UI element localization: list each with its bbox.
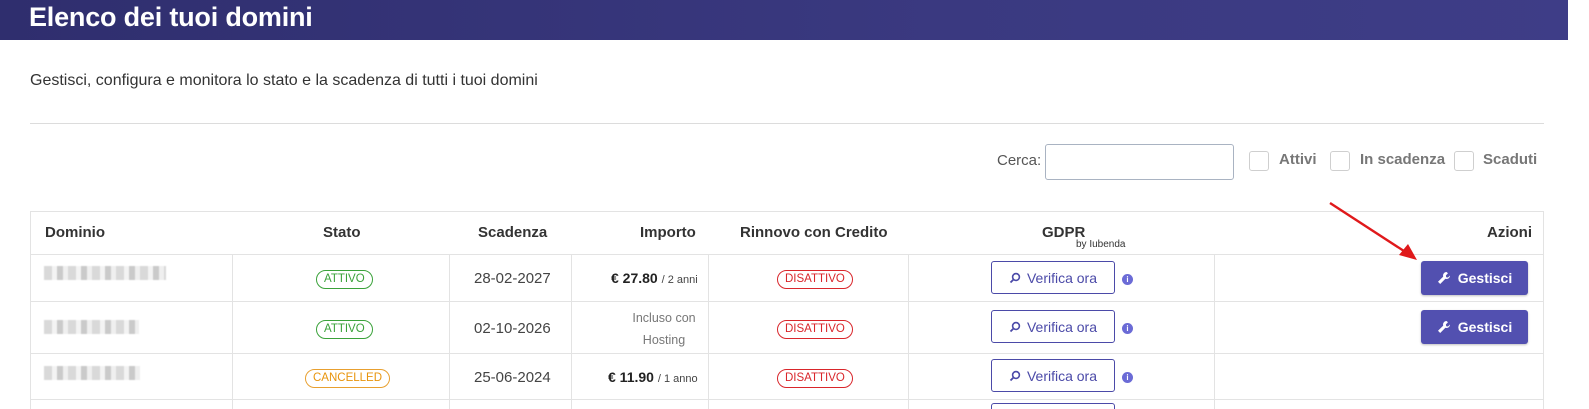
column-header-actions: Azioni <box>1487 224 1532 241</box>
renewal-badge: DISATTIVO <box>777 320 853 339</box>
page-title: Elenco dei tuoi domini <box>29 2 313 32</box>
domain-name-redacted[interactable] <box>44 266 166 280</box>
domains-table: Dominio Stato Scadenza Importo Rinnovo c… <box>30 211 1544 409</box>
verify-gdpr-button[interactable]: Verifica ora <box>991 261 1115 294</box>
renewal-badge: DISATTIVO <box>777 270 853 289</box>
column-header-amount[interactable]: Importo <box>640 224 696 241</box>
expiry-date: 25-06-2024 <box>474 369 551 386</box>
wrench-icon <box>1437 272 1450 284</box>
filter-expired-label[interactable]: Scaduti <box>1483 151 1537 168</box>
gdpr-provider: by Iubenda <box>1076 239 1126 250</box>
info-icon[interactable]: i <box>1122 372 1133 383</box>
search-label: Cerca: <box>997 152 1042 169</box>
expiry-date: 28-02-2027 <box>474 270 551 287</box>
info-icon[interactable]: i <box>1122 323 1133 334</box>
search-icon <box>1009 370 1021 381</box>
verify-gdpr-button[interactable] <box>991 403 1115 409</box>
status-badge: ATTIVO <box>316 270 373 289</box>
filter-expiring-checkbox[interactable] <box>1330 151 1350 171</box>
domain-name-redacted[interactable] <box>44 366 140 380</box>
price-included-hosting: Incluso con Hosting <box>632 311 696 347</box>
search-input[interactable] <box>1045 144 1234 180</box>
search-icon <box>1009 321 1021 332</box>
wrench-icon <box>1437 321 1450 333</box>
divider <box>30 123 1544 124</box>
filter-expired-checkbox[interactable] <box>1454 151 1474 171</box>
info-icon[interactable]: i <box>1122 274 1133 285</box>
status-badge: CANCELLED <box>305 369 391 388</box>
column-header-renewal[interactable]: Rinnovo con Credito <box>740 224 888 241</box>
table-row: ATTIVO 02-10-2026 Incluso con Hosting DI… <box>31 301 1543 353</box>
red-arrow-annotation <box>1329 201 1417 260</box>
renewal-badge: DISATTIVO <box>777 369 853 388</box>
search-icon <box>1009 272 1021 283</box>
column-header-expiry[interactable]: Scadenza <box>478 224 547 241</box>
verify-gdpr-button[interactable]: Verifica ora <box>991 359 1115 392</box>
column-header-domain[interactable]: Dominio <box>45 224 105 241</box>
table-row: CANCELLED 25-06-2024 € 11.90 / 1 anno DI… <box>31 353 1543 399</box>
page-subtitle: Gestisci, configura e monitora lo stato … <box>30 72 538 89</box>
table-row <box>31 399 1543 409</box>
status-badge: ATTIVO <box>316 320 373 339</box>
domain-name-redacted[interactable] <box>44 320 139 334</box>
price: € 11.90 / 1 anno <box>608 369 698 385</box>
expiry-date: 02-10-2026 <box>474 320 551 337</box>
price: € 27.80 / 2 anni <box>611 270 698 286</box>
column-header-status[interactable]: Stato <box>323 224 361 241</box>
verify-gdpr-button[interactable]: Verifica ora <box>991 310 1115 343</box>
manage-button[interactable]: Gestisci <box>1421 310 1528 344</box>
filter-active-checkbox[interactable] <box>1249 151 1269 171</box>
filter-active-label[interactable]: Attivi <box>1279 151 1317 168</box>
table-row: ATTIVO 28-02-2027 € 27.80 / 2 anni DISAT… <box>31 254 1543 301</box>
filter-expiring-label[interactable]: In scadenza <box>1360 151 1445 168</box>
manage-button[interactable]: Gestisci <box>1421 261 1528 295</box>
